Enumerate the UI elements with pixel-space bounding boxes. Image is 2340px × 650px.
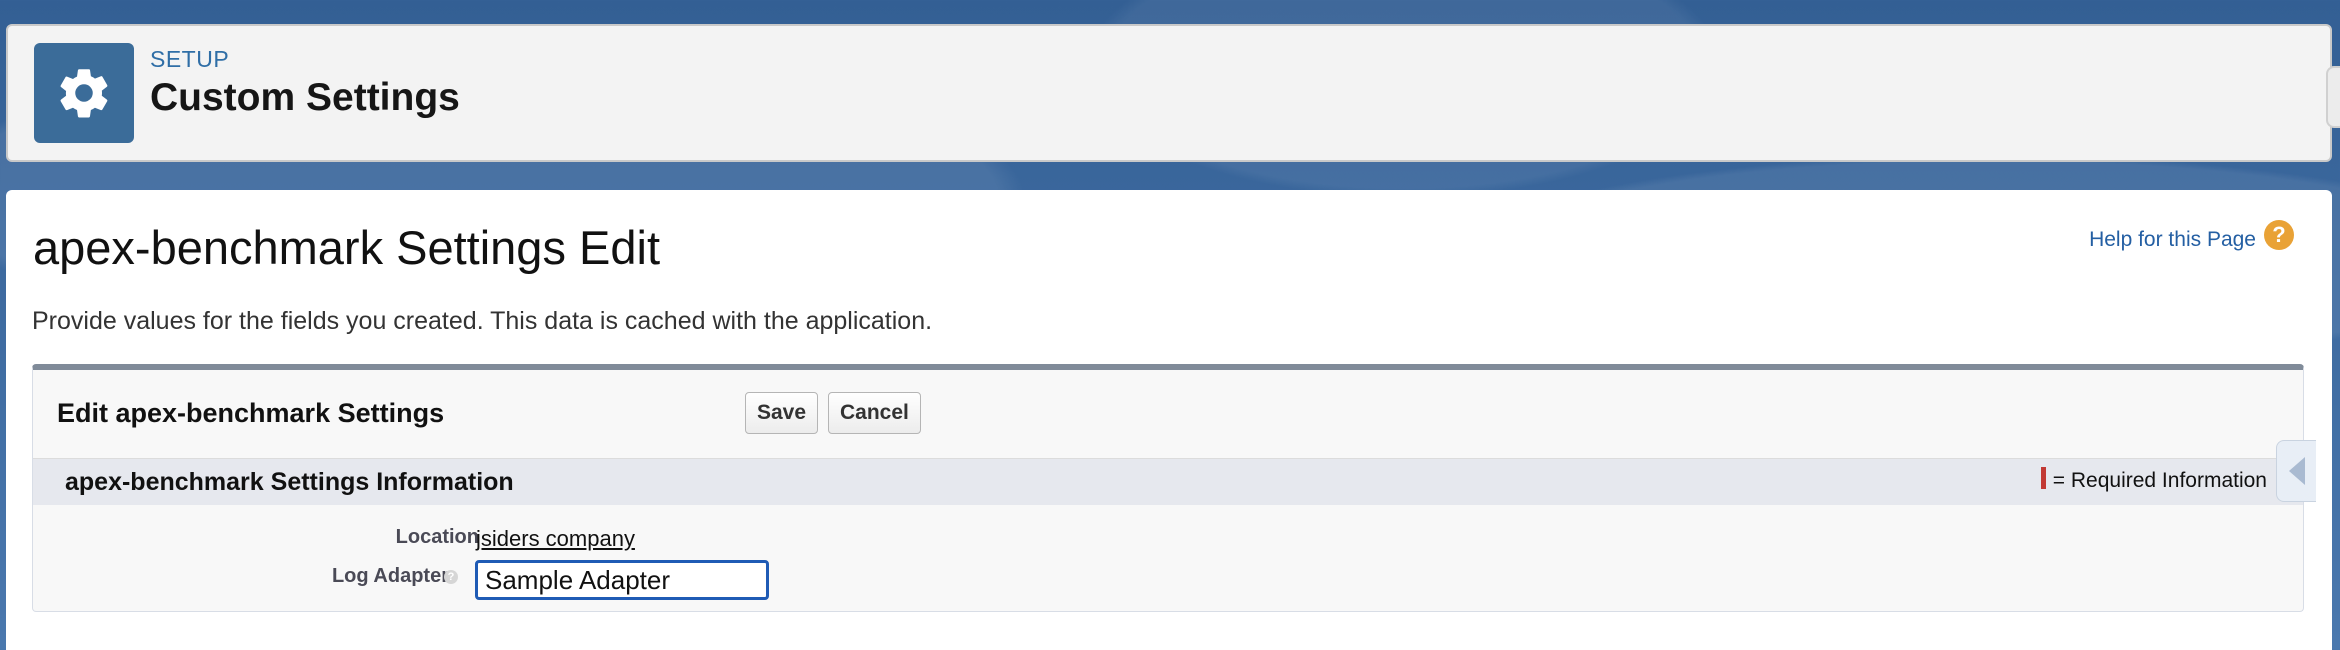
help-link[interactable]: Help for this Page — [2089, 228, 2256, 252]
main-panel: apex-benchmark Settings Edit Help for th… — [6, 190, 2332, 650]
page-description: Provide values for the fields you create… — [32, 307, 933, 335]
section-header: apex-benchmark Settings Information = Re… — [33, 458, 2303, 505]
block-header: Edit apex-benchmark Settings Save Cancel — [33, 370, 2303, 458]
setup-header: SETUP Custom Settings — [6, 24, 2332, 162]
gear-icon — [34, 43, 134, 143]
cancel-button[interactable]: Cancel — [828, 392, 921, 434]
help-icon[interactable]: ? — [2264, 220, 2294, 250]
page-title: apex-benchmark Settings Edit — [33, 221, 660, 274]
block-title: Edit apex-benchmark Settings — [57, 398, 445, 428]
log-adapter-input[interactable] — [475, 560, 769, 600]
required-legend: = Required Information — [2052, 469, 2267, 492]
setup-title: Custom Settings — [150, 76, 460, 119]
edge-collapse-tab[interactable] — [2326, 66, 2340, 128]
info-icon[interactable]: ? — [444, 570, 458, 584]
setup-label: SETUP — [150, 46, 230, 72]
location-value-link[interactable]: jsiders company — [476, 526, 635, 552]
location-label: Location — [395, 526, 479, 548]
side-collapse-tab[interactable] — [2276, 440, 2316, 502]
required-indicator — [2041, 467, 2046, 489]
section-title: apex-benchmark Settings Information — [65, 468, 514, 496]
log-adapter-label: Log Adapter — [331, 565, 449, 587]
save-button[interactable]: Save — [745, 392, 819, 434]
edit-settings-block: Edit apex-benchmark Settings Save Cancel… — [32, 364, 2304, 612]
